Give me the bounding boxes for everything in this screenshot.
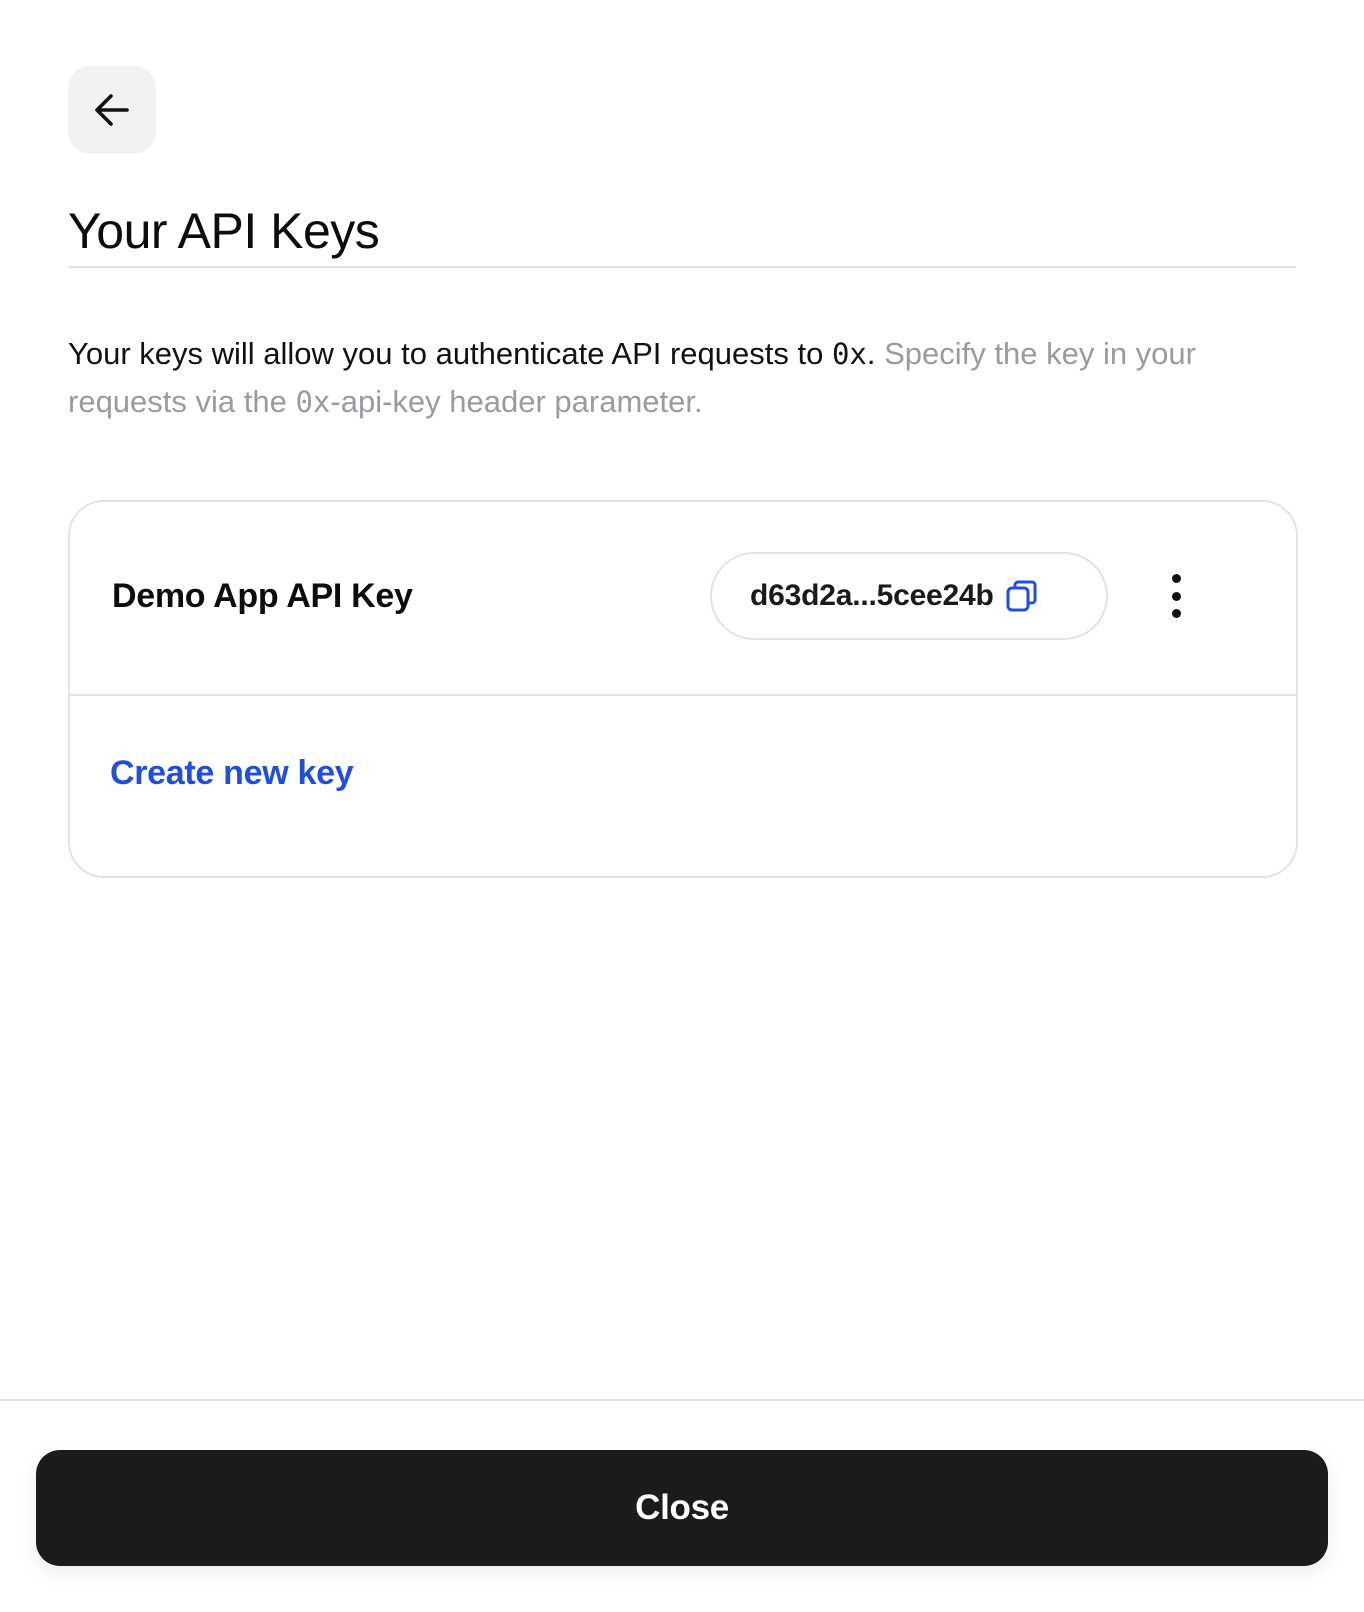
menu-dot	[1171, 574, 1181, 583]
description-text: Your keys will allow you to authenticate…	[68, 330, 1308, 426]
back-button[interactable]	[68, 66, 156, 154]
more-vertical-icon[interactable]	[1166, 574, 1186, 618]
title-divider	[68, 266, 1296, 268]
arrow-left-icon	[95, 94, 129, 126]
description-muted-end: -api-key header parameter.	[330, 384, 703, 419]
menu-dot	[1171, 591, 1181, 601]
copy-icon	[1004, 578, 1040, 614]
description-lead: Your keys will allow you to authenticate…	[68, 336, 832, 371]
menu-dot	[1171, 609, 1181, 618]
description-lead-code: 0x	[831, 337, 867, 371]
api-key-copy-button[interactable]: d63d2a...5cee24b	[710, 552, 1108, 640]
close-button[interactable]: Close	[36, 1450, 1328, 1566]
description-lead-end: .	[866, 336, 876, 371]
api-key-value: d63d2a...5cee24b	[750, 579, 994, 612]
api-keys-panel: Your API Keys Your keys will allow you t…	[0, 0, 1364, 1612]
api-key-name: Demo App API Key	[112, 577, 413, 615]
api-keys-card: Demo App API Key d63d2a...5cee24b	[68, 500, 1298, 878]
api-key-row: Demo App API Key d63d2a...5cee24b	[70, 502, 1296, 696]
description-muted-code: 0x	[295, 385, 331, 419]
footer-divider	[0, 1399, 1364, 1401]
page-title: Your API Keys	[68, 203, 380, 259]
create-new-key-link[interactable]: Create new key	[110, 754, 354, 793]
